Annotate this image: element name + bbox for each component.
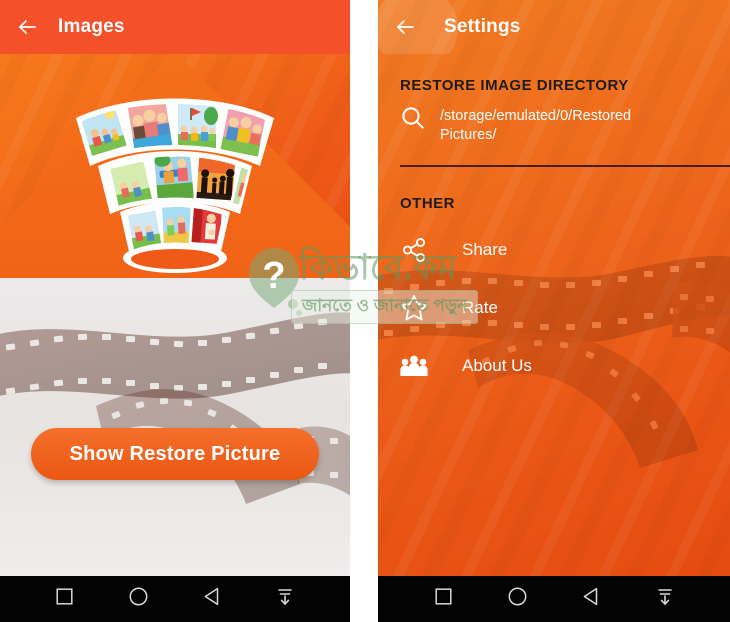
- hide-navbar-icon: [656, 587, 674, 612]
- share-icon: [386, 236, 442, 264]
- back-triangle-icon: [582, 587, 600, 611]
- settings-title: Settings: [444, 16, 521, 37]
- screenshot-stage: Show Restore Picture Images RESTORE IMAG…: [0, 0, 730, 622]
- recents-button-left[interactable]: [46, 580, 84, 618]
- back-button-left-nav[interactable]: [193, 580, 231, 618]
- arrow-left-icon: [15, 15, 39, 39]
- back-button-right-nav[interactable]: [572, 580, 610, 618]
- home-button-left[interactable]: [119, 580, 157, 618]
- other-heading: OTHER: [400, 195, 455, 212]
- menu-item-about-us[interactable]: About Us: [386, 343, 716, 389]
- back-button-settings[interactable]: [378, 0, 432, 54]
- hide-navbar-button-left[interactable]: [266, 580, 304, 618]
- recents-button-right[interactable]: [424, 580, 462, 618]
- images-title: Images: [58, 16, 125, 37]
- home-button-right[interactable]: [498, 580, 536, 618]
- settings-screen-body: RESTORE IMAGE DIRECTORY /storage/emulate…: [378, 0, 730, 576]
- filmstrip-photo-background: [0, 278, 350, 576]
- menu-label-share: Share: [462, 240, 508, 259]
- directory-field-row[interactable]: /storage/emulated/0/Restored Pictures/: [400, 105, 710, 145]
- photo-fan-illustration: [72, 96, 278, 276]
- home-circle-icon: [508, 587, 527, 611]
- android-navbar-left: [0, 576, 350, 622]
- settings-app-bar: Settings: [378, 0, 730, 54]
- settings-content: RESTORE IMAGE DIRECTORY /storage/emulate…: [378, 0, 730, 576]
- right-phone-screen: RESTORE IMAGE DIRECTORY /storage/emulate…: [378, 0, 730, 622]
- directory-field-underline: [400, 165, 730, 167]
- android-navbar-right: [378, 576, 730, 622]
- star-icon: [386, 293, 442, 323]
- menu-label-about-us: About Us: [462, 356, 532, 375]
- images-app-bar: Images: [0, 0, 350, 54]
- restore-image-directory-heading: RESTORE IMAGE DIRECTORY: [400, 77, 629, 94]
- filmstrip-graphic: [0, 312, 350, 504]
- back-triangle-icon: [203, 587, 221, 611]
- left-phone-screen: Show Restore Picture Images: [0, 0, 350, 622]
- menu-item-rate[interactable]: Rate: [386, 285, 716, 331]
- show-restore-picture-button[interactable]: Show Restore Picture: [31, 428, 319, 480]
- images-screen-body: Show Restore Picture: [0, 0, 350, 576]
- back-button-images[interactable]: [0, 0, 54, 54]
- menu-label-rate: Rate: [462, 298, 498, 317]
- arrow-left-icon: [393, 15, 417, 39]
- hide-navbar-icon: [276, 587, 294, 612]
- menu-item-share[interactable]: Share: [386, 227, 716, 273]
- directory-path-value: /storage/emulated/0/Restored Pictures/: [440, 108, 632, 143]
- recents-square-icon: [56, 588, 73, 610]
- hide-navbar-button-right[interactable]: [646, 580, 684, 618]
- home-circle-icon: [129, 587, 148, 611]
- search-icon: [400, 105, 426, 136]
- people-icon: [386, 354, 442, 378]
- recents-square-icon: [434, 588, 452, 610]
